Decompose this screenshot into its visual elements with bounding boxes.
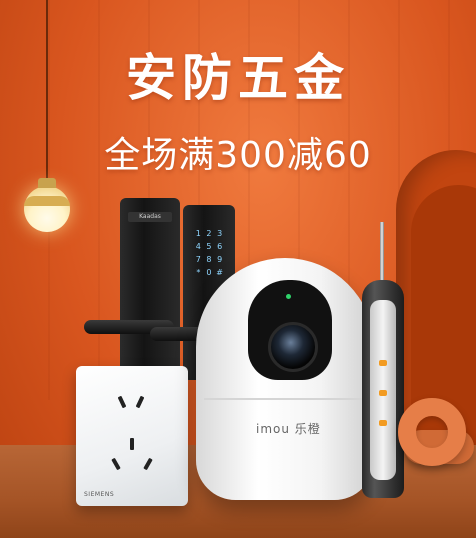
keypad-key: 4 bbox=[195, 242, 201, 251]
security-camera-product: imou 乐橙 bbox=[196, 258, 374, 500]
banner-headline: 安防五金 bbox=[126, 49, 350, 107]
socket-slot bbox=[130, 438, 134, 450]
screwdriver-button bbox=[379, 420, 387, 426]
socket-slot bbox=[111, 457, 121, 471]
camera-status-led bbox=[286, 294, 291, 299]
socket-slot bbox=[135, 395, 145, 409]
keypad-key: 7 bbox=[195, 255, 201, 264]
wall-socket-product: SIEMENS bbox=[76, 366, 188, 506]
lamp-band bbox=[24, 196, 70, 206]
screwdriver-button bbox=[379, 390, 387, 396]
keypad-key: 0 bbox=[206, 268, 212, 277]
keypad-key: 9 bbox=[217, 255, 223, 264]
keypad-key: 3 bbox=[217, 229, 223, 238]
lock-brand-label: Kaadas bbox=[128, 212, 172, 222]
keypad-key: # bbox=[216, 268, 223, 277]
promo-banner[interactable]: 安防五金 全场满300减60 Kaadas 1 2 3 4 5 6 7 8 9 … bbox=[0, 0, 476, 538]
banner-promo: 全场满300减60 bbox=[104, 135, 372, 176]
keypad-key: 2 bbox=[206, 229, 212, 238]
camera-brand-label: imou 乐橙 bbox=[256, 422, 321, 436]
lamp-cap bbox=[38, 178, 56, 188]
keypad-key: * bbox=[196, 268, 201, 277]
keypad-key: 1 bbox=[195, 229, 201, 238]
keypad-key: 5 bbox=[206, 242, 212, 251]
camera-lens-icon bbox=[268, 322, 318, 372]
socket-slot bbox=[143, 457, 153, 471]
screwdriver-button bbox=[379, 360, 387, 366]
ring-decoration bbox=[398, 398, 466, 466]
electric-screwdriver-product bbox=[362, 280, 404, 498]
socket-slot bbox=[117, 395, 127, 409]
lock-keypad: 1 2 3 4 5 6 7 8 9 * 0 # bbox=[195, 229, 223, 277]
pendant-lamp-icon bbox=[24, 186, 70, 232]
screwdriver-shaft bbox=[380, 222, 384, 282]
camera-face bbox=[248, 280, 332, 380]
socket-brand-label: SIEMENS bbox=[84, 491, 115, 498]
keypad-key: 8 bbox=[206, 255, 212, 264]
camera-seam bbox=[204, 398, 366, 400]
keypad-key: 6 bbox=[217, 242, 223, 251]
smart-lock-product: Kaadas bbox=[120, 198, 180, 388]
